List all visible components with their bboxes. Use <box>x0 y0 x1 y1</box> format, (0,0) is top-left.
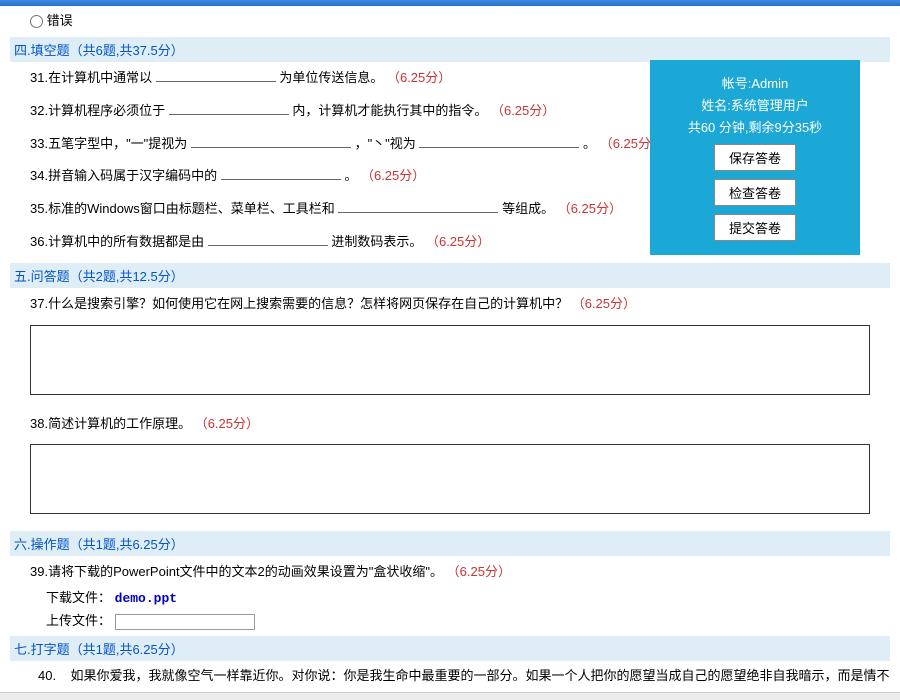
submit-button[interactable]: 提交答卷 <box>714 214 796 241</box>
status-bar <box>0 692 900 700</box>
q38-points: （6.25分） <box>195 416 259 431</box>
q33-blank1[interactable] <box>191 134 351 148</box>
save-button[interactable]: 保存答卷 <box>714 144 796 171</box>
question-39: 39.请将下载的PowerPoint文件中的文本2的动画效果设置为"盒状收缩"。… <box>10 556 890 585</box>
section-4-header: 四.填空题（共6题,共37.5分） <box>10 37 890 62</box>
q33-mid: ，"丶"视为 <box>355 136 416 151</box>
q36-blank[interactable] <box>208 232 328 246</box>
download-row: 下载文件： demo.ppt <box>10 585 890 608</box>
wrong-radio[interactable] <box>30 15 43 28</box>
question-38: 38.简述计算机的工作原理。 （6.25分） <box>10 408 890 441</box>
section-6-header: 六.操作题（共1题,共6.25分） <box>10 531 890 556</box>
q32-pre: 32.计算机程序必须位于 <box>30 103 165 118</box>
q33-post: 。 <box>583 136 596 151</box>
section-7-header: 七.打字题（共1题,共6.25分） <box>10 636 890 661</box>
q38-answer-textarea[interactable] <box>30 444 870 514</box>
time-info: 共60 分钟,剩余9分35秒 <box>658 117 852 136</box>
q31-points: （6.25分） <box>387 70 451 85</box>
q35-points: （6.25分） <box>558 201 622 216</box>
name-info: 姓名:系统管理用户 <box>658 95 852 114</box>
download-label: 下载文件： <box>46 590 111 605</box>
q37-answer-textarea[interactable] <box>30 325 870 395</box>
q35-blank[interactable] <box>338 199 498 213</box>
radio-label: 错误 <box>47 13 73 28</box>
upload-row: 上传文件： <box>10 608 890 632</box>
q32-post: 内，计算机才能执行其中的指令。 <box>292 103 487 118</box>
q34-pre: 34.拼音输入码属于汉字编码中的 <box>30 168 217 183</box>
upload-label: 上传文件： <box>46 613 111 628</box>
section-5-header: 五.问答题（共2题,共12.5分） <box>10 263 890 288</box>
q40-num: 40. <box>38 668 56 683</box>
q33-blank2[interactable] <box>419 134 579 148</box>
radio-option-row: 错误 <box>10 8 890 33</box>
check-button[interactable]: 检查答卷 <box>714 179 796 206</box>
info-sidebar: 帐号:Admin 姓名:系统管理用户 共60 分钟,剩余9分35秒 保存答卷 检… <box>650 60 860 255</box>
download-file-link[interactable]: demo.ppt <box>115 591 177 606</box>
upload-file-input[interactable] <box>115 614 255 630</box>
question-37: 37.什么是搜索引擎？如何使用它在网上搜索需要的信息？怎样将网页保存在自己的计算… <box>10 288 890 321</box>
q34-blank[interactable] <box>221 166 341 180</box>
q39-text: 39.请将下载的PowerPoint文件中的文本2的动画效果设置为"盒状收缩"。 <box>30 564 443 579</box>
q36-points: （6.25分） <box>426 234 490 249</box>
q35-post: 等组成。 <box>502 201 554 216</box>
q38-text: 38.简述计算机的工作原理。 <box>30 416 191 431</box>
q31-post: 为单位传送信息。 <box>279 70 383 85</box>
q31-pre: 31.在计算机中通常以 <box>30 70 152 85</box>
q35-pre: 35.标准的Windows窗口由标题栏、菜单栏、工具栏和 <box>30 201 335 216</box>
q34-points: （6.25分） <box>361 168 425 183</box>
q31-blank[interactable] <box>156 68 276 82</box>
q39-points: （6.25分） <box>447 564 511 579</box>
q34-post: 。 <box>344 168 357 183</box>
q37-points: （6.25分） <box>572 296 636 311</box>
q40-text: 如果你爱我，我就像空气一样靠近你。对你说：你是我生命中最重要的一部分。如果一个人… <box>71 668 890 683</box>
q32-blank[interactable] <box>169 101 289 115</box>
q36-post: 进制数码表示。 <box>331 234 422 249</box>
q37-text: 37.什么是搜索引擎？如何使用它在网上搜索需要的信息？怎样将网页保存在自己的计算… <box>30 296 568 311</box>
q33-pre: 33.五笔字型中，"一"提视为 <box>30 136 187 151</box>
question-40: 40. 如果你爱我，我就像空气一样靠近你。对你说：你是我生命中最重要的一部分。如… <box>10 661 890 688</box>
q36-pre: 36.计算机中的所有数据都是由 <box>30 234 204 249</box>
q32-points: （6.25分） <box>491 103 555 118</box>
account-info: 帐号:Admin <box>658 73 852 92</box>
